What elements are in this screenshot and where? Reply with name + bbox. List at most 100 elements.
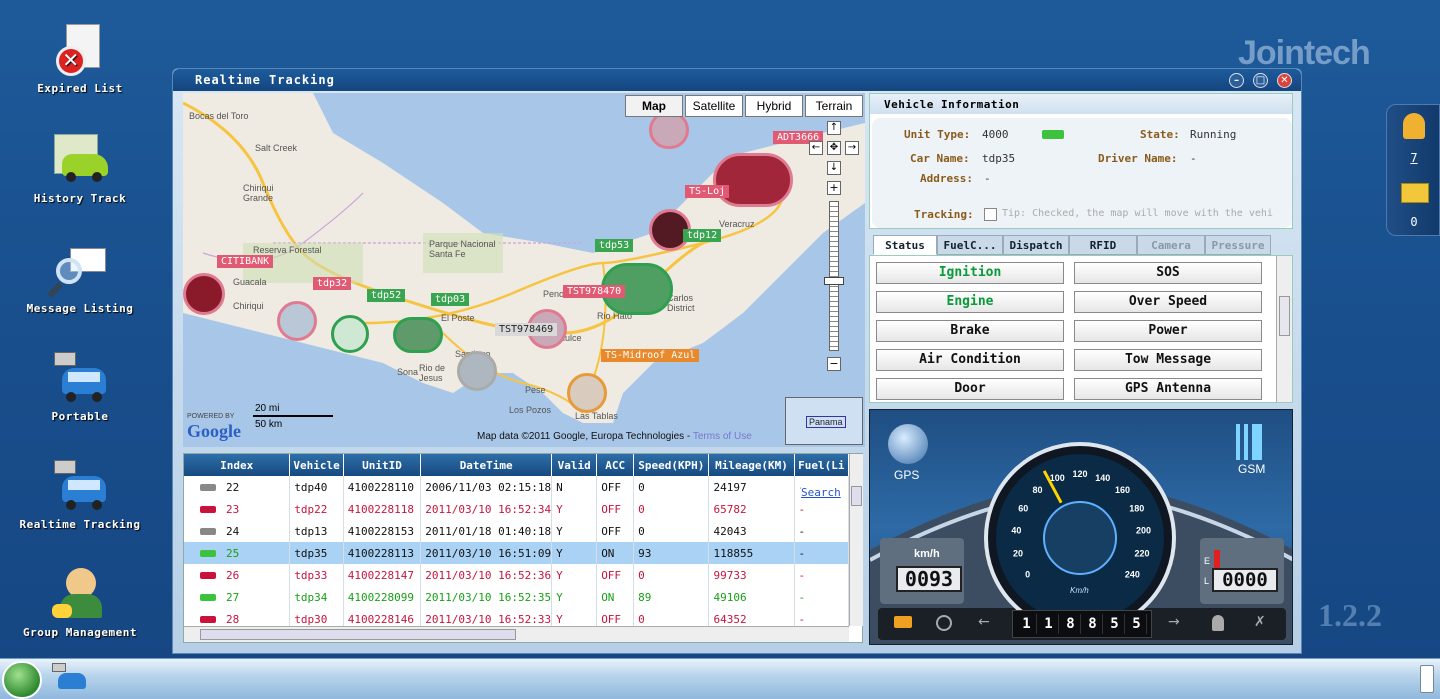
column-header[interactable]: UnitID — [343, 454, 422, 476]
desktop-icon-realtime-tracking[interactable]: Realtime Tracking — [14, 458, 146, 531]
home-icon[interactable] — [2, 661, 42, 699]
status-ignition-indicator[interactable]: Ignition — [876, 262, 1064, 284]
tray-icon[interactable] — [1420, 665, 1434, 693]
column-header[interactable]: Index — [184, 454, 291, 476]
car-name-label: Car Name: — [910, 152, 970, 165]
status-scrollbar[interactable] — [1276, 256, 1292, 402]
vehicle-label[interactable]: tdp12 — [683, 229, 722, 242]
search-link[interactable]: Search — [801, 486, 841, 499]
column-header[interactable]: Vehicle — [289, 454, 344, 476]
group-management-icon — [52, 566, 108, 622]
map-view[interactable]: Bocas del Toro Salt Creek Chiriqui Grand… — [183, 93, 865, 447]
pan-left-button[interactable]: ← — [809, 141, 823, 155]
desktop-icon-expired-list[interactable]: ✕ Expired List — [14, 22, 146, 95]
cell-datetime: 2011/01/18 01:40:18 — [420, 520, 553, 542]
vehicle-label[interactable]: CITIBANK — [217, 255, 274, 268]
minimize-button[interactable]: – — [1229, 73, 1244, 88]
cell-mileage: 118855 — [708, 542, 795, 564]
map-type-satellite[interactable]: Satellite — [685, 95, 743, 117]
vehicle-marker[interactable] — [567, 373, 607, 413]
row-index: 24 — [226, 524, 240, 538]
table-row[interactable]: 26 tdp33 4100228147 2011/03/10 16:52:36 Y OFF… — [184, 564, 850, 586]
status-air-condition-indicator[interactable]: Air Condition — [876, 349, 1064, 371]
vehicle-label[interactable]: tdp53 — [595, 239, 634, 252]
cell-unit: 4100228147 — [343, 564, 422, 586]
vehicle-label[interactable]: tdp52 — [367, 289, 406, 302]
column-header[interactable]: Valid — [551, 454, 598, 476]
vehicle-label[interactable]: tdp32 — [313, 277, 352, 290]
tab-rfid[interactable]: RFID — [1069, 235, 1137, 255]
table-row[interactable]: 27 tdp34 4100228099 2011/03/10 16:52:35 Y ON 8… — [184, 586, 850, 608]
vehicle-marker[interactable] — [331, 315, 369, 353]
maximize-button[interactable]: □ — [1253, 73, 1268, 88]
vehicle-marker[interactable] — [183, 273, 225, 315]
status-engine-indicator[interactable]: Engine — [876, 291, 1064, 313]
pan-center-button[interactable]: ✥ — [827, 141, 841, 155]
column-header[interactable]: Mileage(KM) — [708, 454, 795, 476]
column-header[interactable]: Speed(KPH) — [633, 454, 710, 476]
column-header[interactable]: Fuel(Li — [794, 454, 850, 476]
table-row[interactable]: 24 tdp13 4100228153 2011/01/18 01:40:18 Y OFF… — [184, 520, 850, 542]
pan-right-button[interactable]: → — [845, 141, 859, 155]
status-power-indicator[interactable]: Power — [1074, 320, 1262, 342]
gauge-tick-label: 220 — [1135, 549, 1150, 559]
scroll-thumb[interactable] — [851, 486, 862, 506]
attribution-text: Map data ©2011 Google, Europa Technologi… — [477, 431, 691, 442]
scroll-thumb[interactable] — [1279, 296, 1290, 336]
table-header-row: Index Vehicle UnitID DateTime Valid ACC … — [184, 454, 850, 476]
table-row[interactable]: 22 tdp40 4100228110 2006/11/03 02:15:18 N OFF… — [184, 476, 850, 498]
vehicle-marker[interactable] — [457, 351, 497, 391]
status-gps-antenna-indicator[interactable]: GPS Antenna — [1074, 378, 1262, 400]
zoom-slider[interactable] — [829, 201, 839, 351]
desktop-icon-message-listing[interactable]: Message Listing — [14, 242, 146, 315]
google-logo[interactable]: Google — [187, 421, 241, 442]
desktop-icon-group-management[interactable]: Group Management — [14, 566, 146, 639]
terms-link[interactable]: Terms of Use — [693, 431, 752, 442]
pan-down-button[interactable]: ↓ — [827, 161, 841, 175]
tab-dispatch[interactable]: Dispatch — [1003, 235, 1069, 255]
tab-fuel[interactable]: FuelC... — [937, 235, 1003, 255]
alert-count[interactable]: 7 — [1387, 151, 1440, 165]
column-header[interactable]: ACC — [596, 454, 635, 476]
vehicle-label[interactable]: TST978470 — [563, 285, 626, 298]
vehicle-marker[interactable] — [713, 153, 793, 207]
desktop-icon-history-track[interactable]: History Track — [14, 132, 146, 205]
desktop-icon-label: Message Listing — [26, 302, 134, 315]
scroll-thumb[interactable] — [200, 629, 516, 640]
vehicle-label[interactable]: tdp03 — [431, 293, 470, 306]
vehicle-marker[interactable] — [277, 301, 317, 341]
horizontal-scrollbar[interactable] — [184, 626, 849, 642]
zoom-slider-handle[interactable] — [824, 277, 844, 285]
pan-up-button[interactable]: ↑ — [827, 121, 841, 135]
tab-status[interactable]: Status — [873, 235, 937, 255]
vehicle-marker[interactable] — [393, 317, 443, 353]
taskbar-realtime-tracking-icon[interactable] — [52, 663, 86, 695]
envelope-icon[interactable] — [1401, 183, 1429, 203]
status-door-indicator[interactable]: Door — [876, 378, 1064, 400]
vehicle-label[interactable]: TS-Loj — [685, 185, 730, 198]
close-button[interactable]: ✕ — [1277, 73, 1292, 88]
tab-pressure[interactable]: Pressure — [1205, 235, 1271, 255]
tracking-checkbox[interactable] — [984, 208, 997, 221]
gauge-unit: Km/h — [1070, 586, 1089, 595]
column-header[interactable]: DateTime — [420, 454, 553, 476]
zoom-out-button[interactable]: − — [827, 357, 841, 371]
status-brake-indicator[interactable]: Brake — [876, 320, 1064, 342]
map-type-hybrid[interactable]: Hybrid — [745, 95, 803, 117]
status-sos-indicator[interactable]: SOS — [1074, 262, 1262, 284]
bell-icon[interactable] — [1403, 113, 1425, 139]
map-overview[interactable]: Panama — [785, 397, 863, 445]
tab-camera[interactable]: Camera — [1137, 235, 1205, 255]
cell-valid: Y — [551, 520, 598, 542]
status-tow-message-indicator[interactable]: Tow Message — [1074, 349, 1262, 371]
table-row[interactable]: 23 tdp22 4100228118 2011/03/10 16:52:34 Y OFF… — [184, 498, 850, 520]
zoom-in-button[interactable]: + — [827, 181, 841, 195]
map-type-terrain[interactable]: Terrain — [805, 95, 863, 117]
status-over-speed-indicator[interactable]: Over Speed — [1074, 291, 1262, 313]
vertical-scrollbar[interactable] — [849, 454, 863, 626]
table-row[interactable]: 25 tdp35 4100228113 2011/03/10 16:51:09 Y ON 9… — [184, 542, 850, 564]
vehicle-label[interactable]: TST978469 — [495, 323, 558, 336]
vehicle-label[interactable]: TS-Midroof Azul — [601, 349, 700, 362]
desktop-icon-portable[interactable]: Portable — [14, 350, 146, 423]
map-type-map[interactable]: Map — [625, 95, 683, 117]
